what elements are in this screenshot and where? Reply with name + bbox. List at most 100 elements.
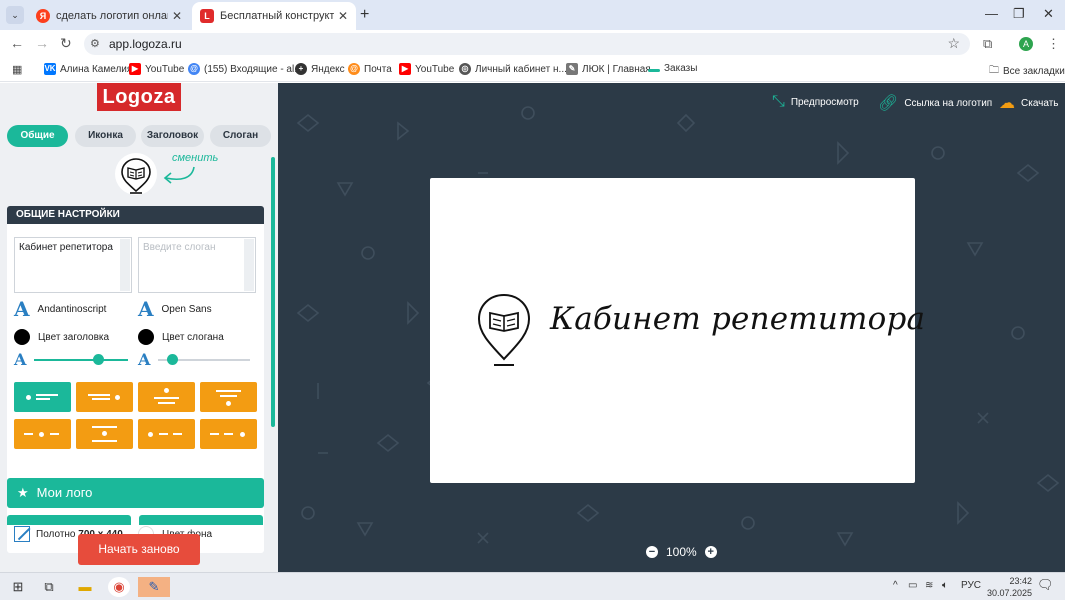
reload-icon[interactable]: ↻ xyxy=(60,35,72,52)
all-bookmarks[interactable]: 🗀 Все закладки xyxy=(989,63,1065,80)
profile-avatar[interactable]: A xyxy=(1019,37,1033,51)
title-color-picker[interactable]: Цвет заголовка xyxy=(14,329,109,345)
zoom-out-button[interactable]: − xyxy=(646,546,658,558)
font-size-icon: A xyxy=(138,350,151,369)
slogan-text-input[interactable]: Введите слоган xyxy=(138,237,256,293)
zoom-level: 100% xyxy=(666,545,697,559)
layout-inline-button[interactable] xyxy=(14,419,71,449)
extensions-icon[interactable]: ⧉ xyxy=(983,36,992,52)
minimize-icon[interactable]: — xyxy=(985,6,998,21)
bookmark-item[interactable]: ▶ YouTube xyxy=(129,63,184,75)
forward-icon[interactable]: → xyxy=(35,35,49,51)
taskbar: ⊞ ⧉ ▬ ◉ ✎ ^ ▭ ≋ 🔈︎ РУС 23:42 30.07.2025 … xyxy=(0,572,1065,600)
bookmark-item[interactable]: VK Алина Камелия xyxy=(44,63,132,75)
download-icon: ☁ xyxy=(999,95,1015,112)
slider-thumb[interactable] xyxy=(167,354,179,365)
tray-chevron-icon[interactable]: ^ xyxy=(893,580,898,591)
network-monitor-icon[interactable]: ▭ xyxy=(908,580,917,591)
close-icon[interactable]: ✕ xyxy=(172,9,182,23)
text-tools[interactable] xyxy=(244,239,254,291)
preview-button[interactable]: ⤡ Предпросмотр xyxy=(772,93,859,111)
panel-scrollbar[interactable] xyxy=(271,157,275,427)
bookmark-item[interactable]: @ Почта xyxy=(348,63,392,75)
maximize-icon[interactable]: ❐ xyxy=(1013,6,1025,22)
bookmark-star-icon[interactable]: ☆ xyxy=(947,35,960,52)
title-font-select[interactable]: A Andantinoscript xyxy=(14,297,106,321)
font-icon: A xyxy=(14,297,30,321)
bookmark-item[interactable]: Заказы xyxy=(648,63,697,74)
download-button[interactable]: ☁ Скачать xyxy=(999,93,1059,113)
slogan-placeholder[interactable]: Введите слоган xyxy=(143,242,215,253)
panel-button-partial[interactable] xyxy=(139,515,263,525)
bookmark-item[interactable]: ▶ YouTube xyxy=(399,63,454,75)
layout-dashes-dot-button[interactable] xyxy=(200,419,257,449)
text-tools[interactable] xyxy=(120,239,130,291)
address-bar: ← → ↻ ⚙ app.logoza.ru ☆ xyxy=(0,30,1065,58)
tab-strip: ⌄ Я сделать логотип онлайн беспл ✕ L Бес… xyxy=(0,0,1065,30)
tab-slogan[interactable]: Слоган xyxy=(210,125,271,147)
curved-arrow-icon xyxy=(163,166,195,184)
logoza-logo[interactable]: Logoza xyxy=(97,83,181,111)
logo-link-button[interactable]: 🔗︎ Ссылка на логотип xyxy=(878,93,992,113)
close-icon[interactable]: ✕ xyxy=(338,9,348,23)
close-window-icon[interactable]: ✕ xyxy=(1043,6,1054,22)
layout-stacked-button[interactable] xyxy=(76,419,133,449)
volume-icon[interactable]: 🔈︎ xyxy=(942,580,948,591)
site-info-icon[interactable]: ⚙ xyxy=(90,37,100,50)
chrome-icon[interactable]: ◉ xyxy=(108,577,130,597)
layout-icon-bottom-button[interactable] xyxy=(200,382,257,412)
book-pin-icon[interactable] xyxy=(476,293,532,369)
slogan-size-slider[interactable]: A xyxy=(138,350,251,369)
slider-track[interactable] xyxy=(34,354,129,365)
layout-icon-left-button[interactable] xyxy=(14,382,71,412)
luk-icon: ✎ xyxy=(566,63,578,75)
link-icon: 🔗︎ xyxy=(878,95,899,112)
tab-title[interactable]: Заголовок xyxy=(141,125,204,147)
app-icon[interactable]: ✎ xyxy=(138,577,170,597)
my-logos-button[interactable]: ★ Мои лого xyxy=(7,478,264,508)
tab-search-button[interactable]: ⌄ xyxy=(6,6,24,24)
system-clock[interactable]: 23:42 30.07.2025 xyxy=(987,575,1032,599)
layout-icon-right-button[interactable] xyxy=(76,382,133,412)
zoom-in-button[interactable]: + xyxy=(704,546,717,558)
canvas-size-icon xyxy=(14,526,30,542)
url-input[interactable]: ⚙ app.logoza.ru ☆ xyxy=(84,33,970,55)
slider-track[interactable] xyxy=(158,354,251,365)
tab-yandex-search[interactable]: Я сделать логотип онлайн беспл ✕ xyxy=(28,2,190,30)
layout-icon-top-button[interactable] xyxy=(138,382,195,412)
bookmark-item[interactable]: ◎ Личный кабинет н... xyxy=(459,63,567,75)
language-indicator[interactable]: РУС xyxy=(961,580,981,591)
logo-canvas[interactable]: Кабинет репетитора xyxy=(430,178,925,483)
tab-logoza[interactable]: L Бесплатный конструктор лого ✕ xyxy=(192,2,356,30)
restart-button[interactable]: Начать заново xyxy=(78,534,200,565)
wifi-icon[interactable]: ≋ xyxy=(925,580,933,591)
panel-button-partial[interactable] xyxy=(7,515,131,525)
vk-icon: VK xyxy=(44,63,56,75)
mail-icon: @ xyxy=(188,63,200,75)
file-explorer-icon[interactable]: ▬ xyxy=(74,577,96,597)
slider-thumb[interactable] xyxy=(93,354,105,365)
apps-grid-icon[interactable]: ▦ xyxy=(12,63,22,76)
task-view-icon[interactable]: ⧉ xyxy=(39,577,59,597)
bookmark-item[interactable]: ✎ ЛЮК | Главная xyxy=(566,63,651,75)
title-text-input[interactable]: Кабинет репетитора xyxy=(14,237,132,293)
bookmarks-bar: VK Алина Камелия ▶ YouTube @ (155) Входящие… xyxy=(0,58,1065,82)
logo-title-text[interactable]: Кабинет репетитора xyxy=(550,301,925,337)
layout-dot-dashes-button[interactable] xyxy=(138,419,195,449)
back-icon[interactable]: ← xyxy=(10,35,24,51)
slogan-font-select[interactable]: A Open Sans xyxy=(138,299,212,319)
windows-start-icon[interactable]: ⊞ xyxy=(9,577,27,597)
title-text-value[interactable]: Кабинет репетитора xyxy=(19,242,113,253)
bookmark-item[interactable]: + Яндекс xyxy=(295,63,345,75)
browser-menu-icon[interactable]: ⋮ xyxy=(1047,36,1060,52)
title-size-slider[interactable]: A xyxy=(14,351,129,369)
notifications-icon[interactable]: 🗨︎ xyxy=(1037,577,1054,593)
tab-title: сделать логотип онлайн беспл xyxy=(56,10,168,22)
url-text[interactable]: app.logoza.ru xyxy=(109,37,182,51)
new-tab-button[interactable]: + xyxy=(360,6,369,24)
tab-general[interactable]: Общие xyxy=(7,125,68,147)
bookmark-item[interactable]: @ (155) Входящие - al... xyxy=(188,63,303,75)
icon-preview-button[interactable] xyxy=(115,153,157,195)
tab-icon[interactable]: Иконка xyxy=(75,125,136,147)
slogan-color-picker[interactable]: Цвет слогана xyxy=(138,329,224,345)
